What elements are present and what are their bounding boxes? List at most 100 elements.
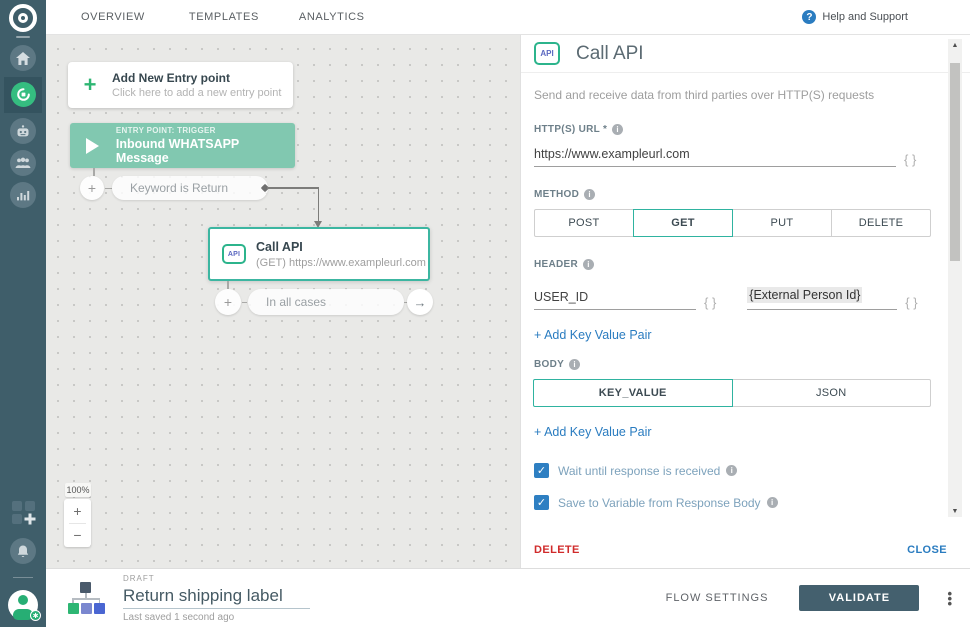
avatar-person-icon xyxy=(18,595,28,605)
connector-elbow-h xyxy=(267,187,319,189)
user-avatar[interactable]: ✱ xyxy=(8,590,41,621)
communications-module-icon[interactable] xyxy=(11,82,36,107)
keyword-pill-label: Keyword is Return xyxy=(130,181,229,195)
zoom-in-button[interactable]: + xyxy=(64,499,91,523)
keyword-condition-pill[interactable]: Keyword is Return xyxy=(112,176,268,200)
connector-line xyxy=(227,281,229,289)
home-icon[interactable] xyxy=(10,45,36,71)
header-value-field[interactable]: {External Person Id} xyxy=(747,284,898,310)
people-icon[interactable] xyxy=(10,150,36,176)
trigger-title: Inbound WHATSAPP Message xyxy=(115,137,240,165)
flow-builder-app: ✱ OVERVIEW TEMPLATES ANALYTICS ? Help an… xyxy=(0,0,970,627)
entry-card-title: Add New Entry point xyxy=(112,71,230,85)
api-node-subtitle: (GET) https://www.exampleurl.com xyxy=(256,256,426,269)
add-entry-point-card[interactable]: + Add New Entry point Click here to add … xyxy=(68,62,293,108)
zoom-level-badge: 100% xyxy=(65,483,91,497)
save-variable-checkbox-row[interactable]: ✓ Save to Variable from Response Body i xyxy=(534,495,926,510)
sidebar-divider xyxy=(13,577,33,578)
avatar-gear-icon: ✱ xyxy=(30,610,41,621)
scroll-down-arrow[interactable]: ▼ xyxy=(948,505,962,517)
connector-dash xyxy=(242,302,247,303)
checkbox-checked-icon[interactable]: ✓ xyxy=(534,495,549,510)
flow-name-input[interactable] xyxy=(123,584,310,609)
scroll-up-arrow[interactable]: ▲ xyxy=(948,39,962,51)
url-label: HTTP(S) URL * xyxy=(534,124,608,135)
tab-overview[interactable]: OVERVIEW xyxy=(81,11,145,23)
add-body-pair-link[interactable]: + Add Key Value Pair xyxy=(534,425,652,439)
scrollbar-thumb[interactable] xyxy=(950,63,960,261)
cases-pill-label: In all cases xyxy=(266,295,327,309)
flow-settings-button[interactable]: FLOW SETTINGS xyxy=(666,592,769,604)
validate-button[interactable]: VALIDATE xyxy=(799,585,920,611)
method-put-button[interactable]: PUT xyxy=(733,209,832,237)
url-label-row: HTTP(S) URL * i xyxy=(534,124,926,135)
top-navigation: OVERVIEW TEMPLATES ANALYTICS ? Help and … xyxy=(46,0,970,35)
wait-response-checkbox-row[interactable]: ✓ Wait until response is received i xyxy=(534,463,926,478)
help-label: Help and Support xyxy=(822,11,908,23)
chatbot-icon[interactable] xyxy=(10,118,36,144)
arrow-right-icon: → xyxy=(413,294,427,310)
brand-logo-icon[interactable] xyxy=(9,4,37,32)
call-api-node-selected[interactable]: API Call API (GET) https://www.exampleur… xyxy=(208,227,430,281)
body-json-button[interactable]: JSON xyxy=(732,379,931,407)
method-label-row: METHOD i xyxy=(534,189,926,200)
flow-canvas[interactable]: + Add New Entry point Click here to add … xyxy=(46,35,520,568)
tab-templates[interactable]: TEMPLATES xyxy=(189,11,259,23)
header-key-input[interactable] xyxy=(534,288,696,310)
url-input-row: { } xyxy=(534,145,926,167)
connector-elbow-v xyxy=(317,187,319,222)
body-type-toggle: KEY_VALUE JSON xyxy=(533,379,931,407)
panel-scrollbar[interactable]: ▲ ▼ xyxy=(948,39,962,517)
connector-dash xyxy=(105,187,112,189)
add-branch-button[interactable]: + xyxy=(80,176,104,200)
apps-grid-icon[interactable] xyxy=(11,500,37,526)
info-icon[interactable]: i xyxy=(583,259,595,270)
insert-variable-button[interactable]: { } xyxy=(704,295,716,310)
body-keyvalue-button-selected[interactable]: KEY_VALUE xyxy=(533,379,733,407)
method-label: METHOD xyxy=(534,189,580,200)
header-key-value-row: { } {External Person Id} { } xyxy=(534,284,926,310)
method-post-button[interactable]: POST xyxy=(534,209,634,237)
more-options-menu-icon[interactable]: • • • xyxy=(947,587,952,610)
variable-token[interactable]: {External Person Id} xyxy=(747,287,863,303)
header-label: HEADER xyxy=(534,259,579,270)
draft-status-badge: DRAFT xyxy=(123,573,155,583)
info-icon[interactable]: i xyxy=(612,124,624,135)
insert-variable-button[interactable]: { } xyxy=(904,152,916,167)
tab-analytics[interactable]: ANALYTICS xyxy=(299,11,365,23)
info-icon[interactable]: i xyxy=(726,465,738,476)
delete-button[interactable]: DELETE xyxy=(534,544,580,556)
play-icon xyxy=(70,137,116,154)
wait-response-label: Wait until response is received xyxy=(558,463,721,478)
info-icon[interactable]: i xyxy=(569,359,581,370)
connector-line xyxy=(93,168,95,176)
analytics-bars-icon[interactable] xyxy=(10,182,36,208)
trigger-node[interactable]: ENTRY POINT: TRIGGER Inbound WHATSAPP Me… xyxy=(70,123,295,168)
panel-header: API Call API xyxy=(521,35,970,73)
go-to-next-step-button[interactable]: → xyxy=(407,289,433,315)
close-button[interactable]: CLOSE xyxy=(907,544,947,556)
body-label-row: BODY i xyxy=(534,359,926,370)
panel-description: Send and receive data from third parties… xyxy=(534,88,875,102)
header-label-row: HEADER i xyxy=(534,259,926,270)
add-branch-button[interactable]: + xyxy=(215,289,241,315)
add-header-pair-link[interactable]: + Add Key Value Pair xyxy=(534,328,652,342)
url-input[interactable] xyxy=(534,145,896,167)
sidebar: ✱ xyxy=(0,0,46,627)
help-and-support-link[interactable]: ? Help and Support xyxy=(802,10,908,24)
all-cases-pill[interactable]: In all cases xyxy=(248,289,404,315)
notifications-bell-icon[interactable] xyxy=(10,538,36,564)
zoom-out-button[interactable]: − xyxy=(64,524,91,548)
info-icon[interactable]: i xyxy=(584,189,596,200)
checkbox-checked-icon[interactable]: ✓ xyxy=(534,463,549,478)
trigger-kicker: ENTRY POINT: TRIGGER xyxy=(115,126,216,135)
method-delete-button[interactable]: DELETE xyxy=(832,209,931,237)
panel-title: Call API xyxy=(576,42,644,64)
insert-variable-button[interactable]: { } xyxy=(905,295,917,310)
api-chip-icon: API xyxy=(222,244,246,264)
info-icon[interactable]: i xyxy=(766,497,778,508)
plus-icon: + xyxy=(83,72,97,97)
help-question-icon: ? xyxy=(802,10,817,24)
api-node-title: Call API xyxy=(256,239,303,254)
method-get-button-selected[interactable]: GET xyxy=(633,209,733,237)
